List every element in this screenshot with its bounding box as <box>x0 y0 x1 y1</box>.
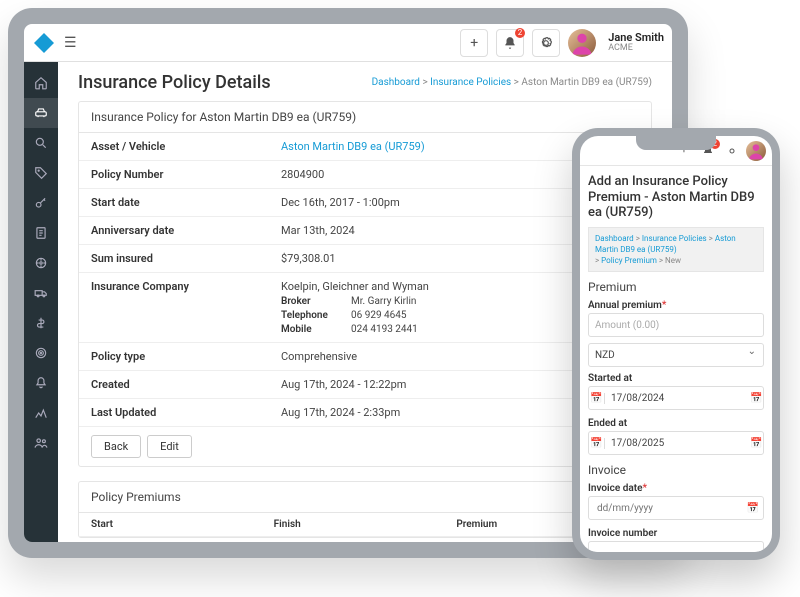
detail-policy-type: Policy type Comprehensive <box>79 343 651 371</box>
sidebar-item-target[interactable] <box>24 338 58 368</box>
phone-screen: + 2 Add an Insurance Policy Premium - As… <box>580 136 772 552</box>
premiums-table-head: Start Finish Premium <box>79 513 651 537</box>
user-avatar[interactable] <box>568 29 596 57</box>
user-org: ACME <box>608 44 664 54</box>
detail-created: Created Aug 17th, 2024 - 12:22pm <box>79 371 651 399</box>
currency-select[interactable]: NZD <box>588 343 764 367</box>
user-block[interactable]: Jane Smith ACME <box>608 32 664 54</box>
phone-notch <box>636 136 716 150</box>
detail-anniversary: Anniversary date Mar 13th, 2024 <box>79 217 651 245</box>
started-at-input[interactable]: 📅 📅 <box>588 386 764 410</box>
invoice-date-input[interactable]: 📅 <box>588 496 764 520</box>
sidebar-item-home[interactable] <box>24 68 58 98</box>
phone-frame: + 2 Add an Insurance Policy Premium - As… <box>572 128 780 560</box>
policy-card-header: Insurance Policy for Aston Martin DB9 ea… <box>79 102 651 133</box>
detail-company: Insurance Company Koelpin, Gleichner and… <box>79 273 651 343</box>
breadcrumb-level1[interactable]: Insurance Policies <box>430 77 511 88</box>
topbar: ☰ + 2 Jane Smith ACME <box>24 24 672 62</box>
breadcrumb-root[interactable]: Dashboard <box>372 77 420 88</box>
notifications-button[interactable]: 2 <box>496 29 524 57</box>
user-name: Jane Smith <box>608 32 664 44</box>
menu-icon[interactable]: ☰ <box>64 35 77 51</box>
sidebar-item-wheel[interactable] <box>24 248 58 278</box>
phone-breadcrumb: Dashboard > Insurance Policies > Aston M… <box>588 227 764 273</box>
section-premium: Premium <box>588 280 764 294</box>
ended-at-input[interactable]: 📅 📅 <box>588 431 764 455</box>
page-title: Insurance Policy Details <box>78 72 271 93</box>
sidebar-item-money[interactable] <box>24 308 58 338</box>
calendar-picker-icon[interactable]: 📅 <box>750 438 763 449</box>
action-buttons: Back Edit <box>79 427 651 466</box>
calendar-picker-icon[interactable]: 📅 <box>743 503 763 514</box>
started-at-label: Started at <box>588 373 764 384</box>
detail-sum-insured: Sum insured $79,308.01 <box>79 245 651 273</box>
sidebar-item-people[interactable] <box>24 428 58 458</box>
calendar-icon: 📅 <box>589 438 605 449</box>
sidebar-item-alerts[interactable] <box>24 368 58 398</box>
settings-button[interactable] <box>532 29 560 57</box>
breadcrumb: Dashboard > Insurance Policies > Aston M… <box>372 77 652 88</box>
annual-premium-label: Annual premium* <box>588 300 764 311</box>
sidebar-item-truck[interactable] <box>24 278 58 308</box>
topbar-actions: + 2 Jane Smith ACME <box>460 29 664 57</box>
ended-at-label: Ended at <box>588 418 764 429</box>
sidebar-item-keys[interactable] <box>24 188 58 218</box>
invoice-number-label: Invoice number <box>588 528 764 539</box>
calendar-picker-icon[interactable]: 📅 <box>750 393 763 404</box>
notification-badge: 2 <box>515 28 526 38</box>
detail-policy-number: Policy Number 2804900 <box>79 161 651 189</box>
add-button[interactable]: + <box>460 29 488 57</box>
sidebar-item-reports[interactable] <box>24 398 58 428</box>
detail-asset: Asset / Vehicle Aston Martin DB9 ea (UR7… <box>79 133 651 161</box>
sidebar <box>24 62 58 542</box>
sidebar-item-docs[interactable] <box>24 218 58 248</box>
calendar-icon: 📅 <box>589 393 605 404</box>
edit-button[interactable]: Edit <box>147 435 192 458</box>
page-header: Insurance Policy Details Dashboard > Ins… <box>78 72 652 93</box>
premiums-card: Policy Premiums Start Finish Premium <box>78 481 652 538</box>
asset-link[interactable]: Aston Martin DB9 ea (UR759) <box>281 140 425 153</box>
phone-page-title: Add an Insurance Policy Premium - Aston … <box>588 174 764 221</box>
phone-avatar[interactable] <box>746 141 766 161</box>
breadcrumb-current: Aston Martin DB9 ea (UR759) <box>521 77 652 88</box>
col-finish: Finish <box>274 519 457 530</box>
app-logo <box>32 31 56 55</box>
sidebar-item-search[interactable] <box>24 128 58 158</box>
sidebar-item-vehicles[interactable] <box>24 98 58 128</box>
detail-start-date: Start date Dec 16th, 2017 - 1:00pm <box>79 189 651 217</box>
invoice-number-input[interactable] <box>588 541 764 552</box>
phone-content: Add an Insurance Policy Premium - Aston … <box>580 166 772 552</box>
detail-updated: Last Updated Aug 17th, 2024 - 2:33pm <box>79 399 651 427</box>
amount-input[interactable] <box>588 313 764 337</box>
policy-card: Insurance Policy for Aston Martin DB9 ea… <box>78 101 652 467</box>
sidebar-item-tags[interactable] <box>24 158 58 188</box>
invoice-date-label: Invoice date* <box>588 483 764 494</box>
phone-settings-button[interactable] <box>722 141 742 161</box>
premiums-title: Policy Premiums <box>79 482 651 513</box>
col-start: Start <box>91 519 274 530</box>
back-button[interactable]: Back <box>91 435 141 458</box>
section-invoice: Invoice <box>588 463 764 477</box>
